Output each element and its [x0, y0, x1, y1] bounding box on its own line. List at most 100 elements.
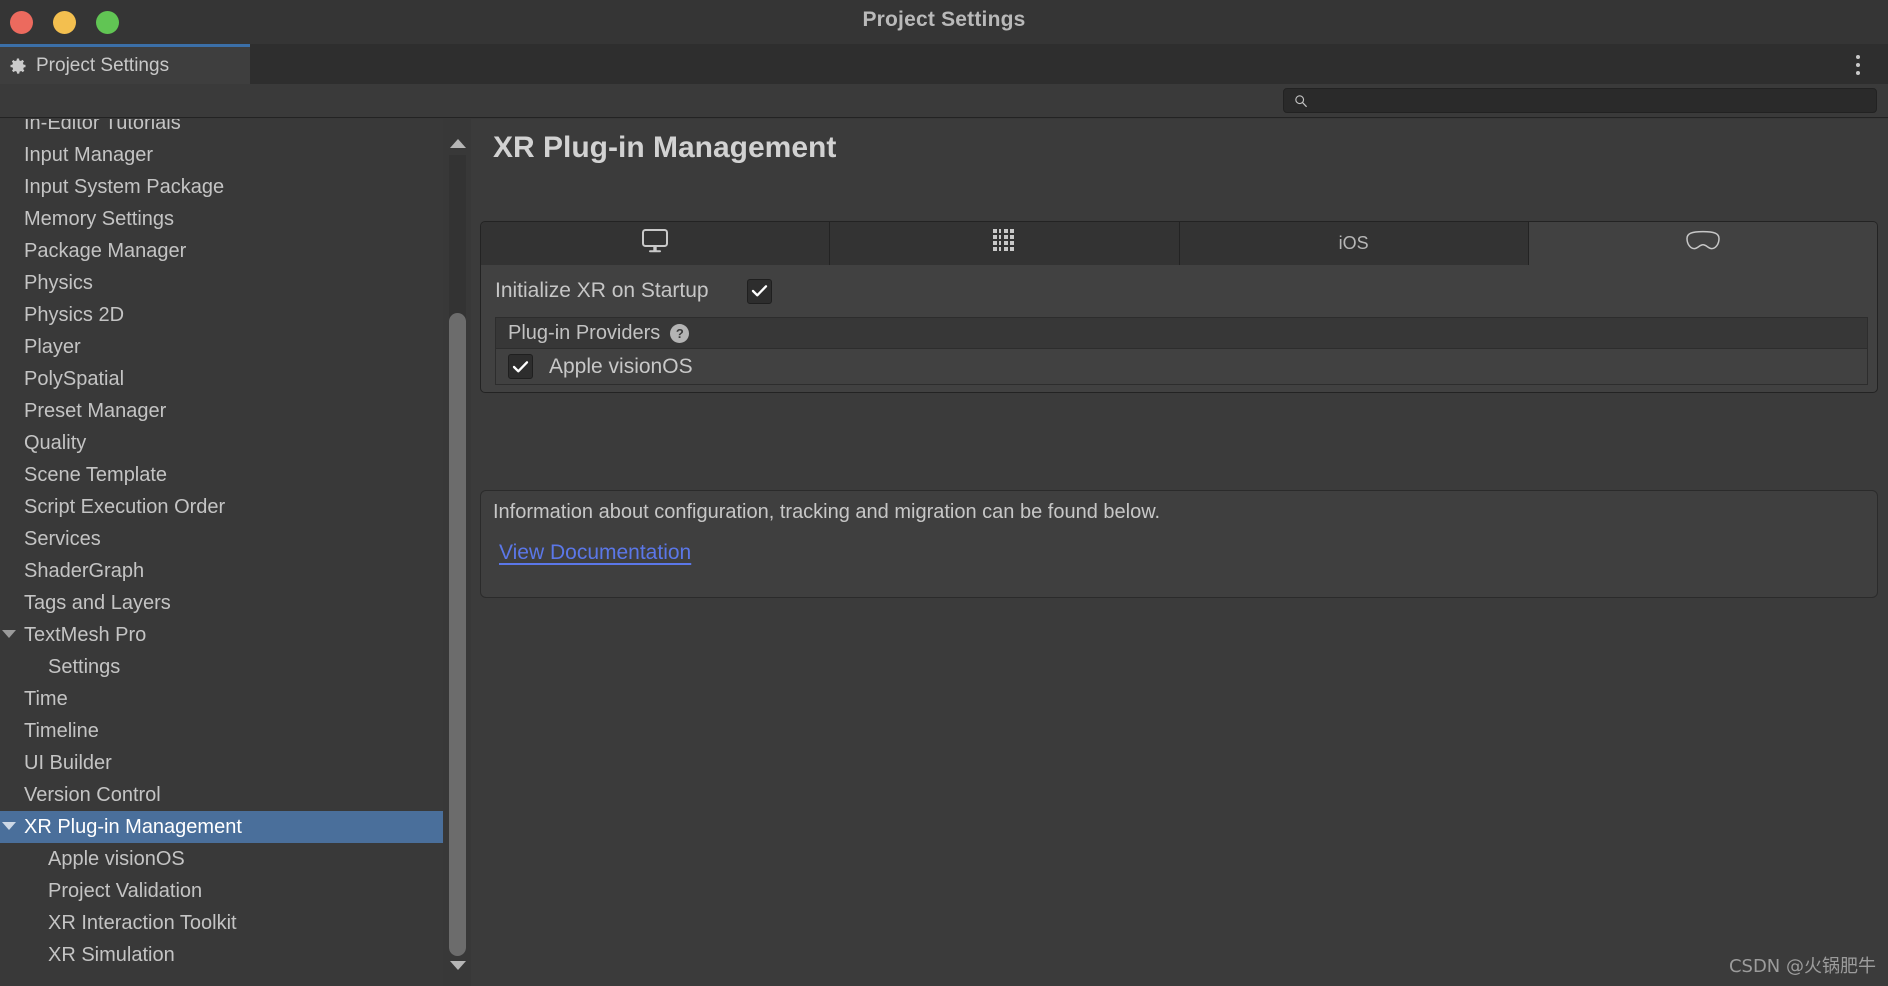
plugin-providers-header: Plug-in Providers ?	[496, 318, 1867, 349]
provider-checkbox-apple-visionos[interactable]	[508, 354, 533, 379]
initialize-xr-checkbox[interactable]	[746, 278, 772, 304]
scroll-up-arrow-icon[interactable]	[450, 139, 466, 148]
sidebar-item-label: PolySpatial	[24, 367, 125, 390]
sidebar-item-project-validation[interactable]: Project Validation	[0, 875, 446, 907]
sidebar-item-label: Quality	[24, 431, 87, 454]
platform-tab-desktop-monitor[interactable]	[481, 222, 831, 265]
minimize-window-icon[interactable]	[53, 10, 76, 34]
sidebar-item-label: Preset Manager	[24, 399, 167, 422]
help-question-icon[interactable]: ?	[670, 323, 690, 343]
sidebar-item-label: In-Editor Tutorials	[24, 119, 181, 134]
provider-label: Apple visionOS	[549, 354, 693, 378]
sidebar-item-label: XR Simulation	[48, 943, 175, 966]
sidebar-item-label: Physics 2D	[24, 303, 125, 326]
sidebar-item-ui-builder[interactable]: UI Builder	[0, 747, 446, 779]
window-titlebar: Project Settings	[0, 0, 1888, 44]
search-box[interactable]	[1283, 88, 1877, 113]
sidebar-item-label: Settings	[48, 655, 121, 678]
unity-project-settings-window: Project Settings Project Settings In-Edi…	[0, 0, 1888, 986]
sidebar-item-label: Project Validation	[48, 879, 203, 902]
sidebar-item-memory-settings[interactable]: Memory Settings	[0, 203, 446, 235]
sidebar-item-label: Version Control	[24, 783, 161, 806]
sidebar-item-label: Scene Template	[24, 463, 168, 486]
platform-tab-bar: iOS	[480, 221, 1878, 265]
sidebar-item-input-system-package[interactable]: Input System Package	[0, 171, 446, 203]
editor-tabstrip: Project Settings	[0, 44, 1888, 84]
sidebar-item-label: TextMesh Pro	[24, 623, 147, 646]
window-title: Project Settings	[862, 8, 1026, 31]
xr-settings-panel: Initialize XR on Startup Plug-in Provide…	[480, 265, 1878, 393]
tab-project-settings[interactable]: Project Settings	[0, 44, 250, 84]
information-box: Information about configuration, trackin…	[480, 490, 1878, 598]
sidebar-item-preset-manager[interactable]: Preset Manager	[0, 395, 446, 427]
sidebar-item-xr-plug-in-management[interactable]: XR Plug-in Management	[0, 811, 446, 843]
sidebar-item-textmesh-pro[interactable]: TextMesh Pro	[0, 619, 446, 651]
search-input[interactable]	[1314, 92, 1854, 109]
settings-content-panel: XR Plug-in Management iOS Initialize XR …	[471, 119, 1888, 986]
sidebar-item-tags-and-layers[interactable]: Tags and Layers	[0, 587, 446, 619]
sidebar-item-label: Input Manager	[24, 143, 153, 166]
sidebar-item-xr-interaction-toolkit[interactable]: XR Interaction Toolkit	[0, 907, 446, 939]
scroll-down-arrow-icon[interactable]	[450, 961, 466, 970]
sidebar-item-player[interactable]: Player	[0, 331, 446, 363]
sidebar-item-label: Package Manager	[24, 239, 187, 262]
sidebar-scrollbar[interactable]	[443, 119, 471, 986]
sidebar-item-physics-2d[interactable]: Physics 2D	[0, 299, 446, 331]
tree-twisty-icon[interactable]	[2, 630, 16, 638]
view-documentation-link[interactable]: View Documentation	[499, 541, 691, 565]
sidebar-item-label: Physics	[24, 271, 93, 294]
sidebar-item-shadergraph[interactable]: ShaderGraph	[0, 555, 446, 587]
sidebar-item-polyspatial[interactable]: PolySpatial	[0, 363, 446, 395]
kebab-menu-icon[interactable]	[1846, 52, 1870, 78]
kebab-dot	[1856, 71, 1860, 75]
sidebar-item-label: Services	[24, 527, 101, 550]
tab-label: Project Settings	[36, 54, 170, 76]
sidebar-item-label: Script Execution Order	[24, 495, 226, 518]
plugin-providers-group: Plug-in Providers ? Apple visionOS	[495, 317, 1868, 385]
sidebar-item-label: Tags and Layers	[24, 591, 171, 614]
sidebar-item-in-editor-tutorials[interactable]: In-Editor Tutorials	[0, 119, 446, 139]
sidebar-item-time[interactable]: Time	[0, 683, 446, 715]
sidebar-item-physics[interactable]: Physics	[0, 267, 446, 299]
traffic-light-buttons	[10, 4, 119, 40]
sidebar-item-services[interactable]: Services	[0, 523, 446, 555]
provider-row: Apple visionOS	[496, 349, 1867, 384]
scrollbar-thumb[interactable]	[449, 313, 466, 956]
sidebar-item-apple-visionos[interactable]: Apple visionOS	[0, 843, 446, 875]
desktop-monitor-icon	[640, 228, 670, 259]
tree-twisty-icon[interactable]	[2, 822, 16, 830]
sidebar-item-input-manager[interactable]: Input Manager	[0, 139, 446, 171]
zoom-window-icon[interactable]	[96, 10, 119, 34]
sidebar-item-quality[interactable]: Quality	[0, 427, 446, 459]
page-title: XR Plug-in Management	[493, 131, 837, 164]
kebab-dot	[1856, 63, 1860, 67]
sidebar-item-package-manager[interactable]: Package Manager	[0, 235, 446, 267]
initialize-xr-label: Initialize XR on Startup	[495, 279, 709, 302]
settings-tree: In-Editor Tutorials Input Manager Input Sy…	[0, 119, 446, 971]
sidebar-item-script-execution-order[interactable]: Script Execution Order	[0, 491, 446, 523]
dedicated-server-icon	[993, 229, 1015, 258]
plugin-providers-title: Plug-in Providers	[508, 321, 661, 344]
gear-icon	[8, 56, 28, 76]
sidebar-item-version-control[interactable]: Version Control	[0, 779, 446, 811]
sidebar-item-label: ShaderGraph	[24, 559, 145, 582]
sidebar-item-label: UI Builder	[24, 751, 112, 774]
sidebar-item-label: XR Plug-in Management	[24, 815, 242, 838]
platform-tab-label: iOS	[1338, 233, 1369, 253]
sidebar-item-label: Apple visionOS	[48, 847, 185, 870]
sidebar-item-xr-simulation[interactable]: XR Simulation	[0, 939, 446, 971]
close-window-icon[interactable]	[10, 10, 33, 34]
sidebar-item-label: Time	[24, 687, 68, 710]
settings-toolbar	[0, 84, 1888, 118]
sidebar-item-label: Input System Package	[24, 175, 225, 198]
settings-sidebar: In-Editor Tutorials Input Manager Input Sy…	[0, 119, 446, 986]
watermark: CSDN @火锅肥牛	[1728, 956, 1876, 977]
platform-tab-ios[interactable]: iOS	[1179, 222, 1529, 265]
sidebar-item-scene-template[interactable]: Scene Template	[0, 459, 446, 491]
sidebar-item-settings[interactable]: Settings	[0, 651, 446, 683]
sidebar-item-timeline[interactable]: Timeline	[0, 715, 446, 747]
platform-tab-dedicated-server[interactable]	[830, 222, 1180, 265]
visionos-headset-icon	[1683, 229, 1723, 258]
initialize-xr-row: Initialize XR on Startup	[495, 274, 772, 308]
platform-tab-visionos-headset[interactable]	[1528, 222, 1877, 265]
